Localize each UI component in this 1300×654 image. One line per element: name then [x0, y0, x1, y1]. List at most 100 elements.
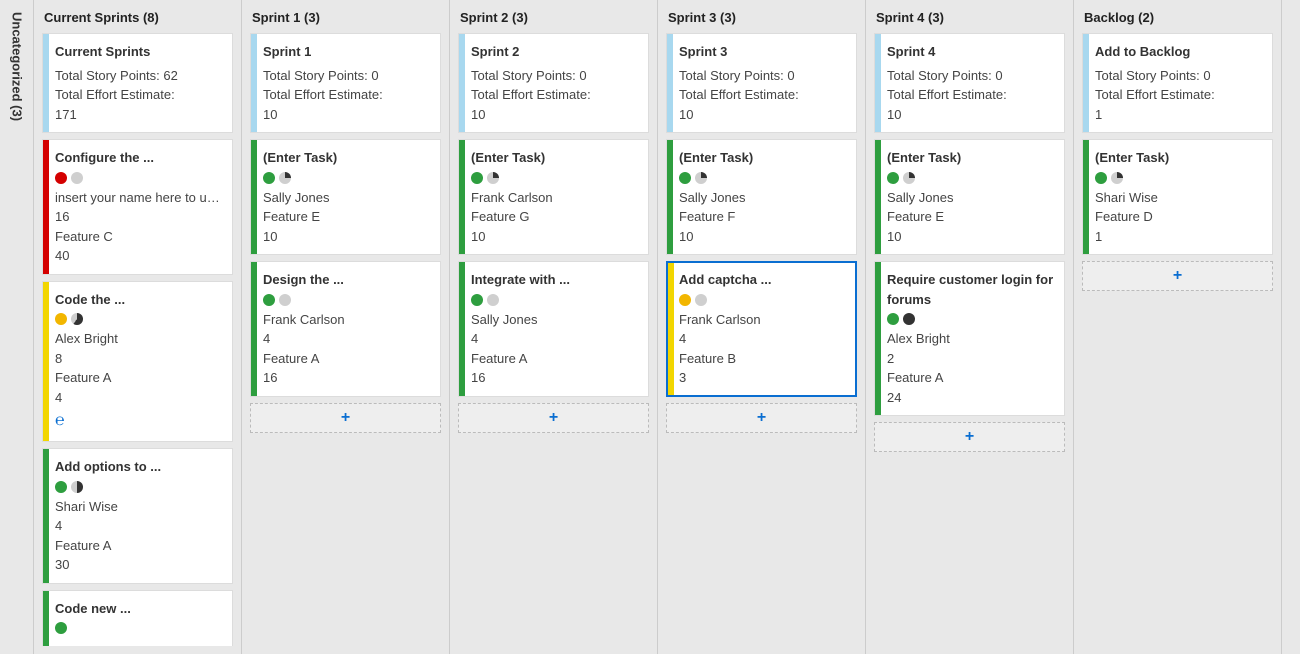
progress-pie-icon	[71, 172, 83, 184]
progress-pie-icon	[903, 172, 915, 184]
status-dot-icon	[1095, 172, 1107, 184]
task-title: Integrate with ...	[471, 270, 640, 290]
summary-line: Total Story Points: 0	[1095, 66, 1264, 86]
task-feature: Feature B	[679, 349, 848, 369]
task-card[interactable]: (Enter Task) Sally JonesFeature E10	[874, 139, 1065, 255]
task-card[interactable]: (Enter Task)Frank CarlsonFeature G10	[458, 139, 649, 255]
task-assignee: Frank Carlson	[471, 188, 640, 208]
column-backlog: Backlog (2)Add to BacklogTotal Story Poi…	[1074, 0, 1282, 654]
task-title: (Enter Task)	[679, 148, 848, 168]
summary-line: Total Story Points: 62	[55, 66, 224, 86]
summary-card[interactable]: Sprint 2Total Story Points: 0Total Effor…	[458, 33, 649, 133]
column-body: Sprint 1Total Story Points: 0Total Effor…	[242, 33, 449, 646]
task-title: Add captcha ...	[679, 270, 848, 290]
progress-pie-icon	[279, 294, 291, 306]
column-header[interactable]: Current Sprints (8)	[34, 0, 241, 33]
task-feature: Feature C	[55, 227, 224, 247]
status-dots	[263, 294, 432, 306]
column-header[interactable]: Sprint 1 (3)	[242, 0, 449, 33]
summary-line: Total Effort Estimate:	[1095, 85, 1264, 105]
task-assignee: Shari Wise	[1095, 188, 1264, 208]
task-points: Feature E	[263, 207, 432, 227]
summary-line: Total Effort Estimate:	[55, 85, 224, 105]
column-body: Add to BacklogTotal Story Points: 0Total…	[1074, 33, 1281, 646]
column-header[interactable]: Sprint 3 (3)	[658, 0, 865, 33]
kanban-board: Uncategorized (3) Current Sprints (8)Cur…	[0, 0, 1300, 654]
status-dot-icon	[55, 172, 67, 184]
task-title: Configure the ...	[55, 148, 224, 168]
task-effort: 16	[471, 368, 640, 388]
column-sprint3: Sprint 3 (3) Sprint 3 Total Story Points: …	[658, 0, 866, 654]
summary-line: 10	[471, 105, 640, 125]
task-feature: Feature A	[887, 368, 1056, 388]
task-assignee: Alex Bright	[887, 329, 1056, 349]
column-header[interactable]: Backlog (2)	[1074, 0, 1281, 33]
task-card[interactable]: (Enter Task) Shari WiseFeature D1	[1082, 139, 1273, 255]
status-dots	[679, 294, 848, 306]
task-card[interactable]: Design the ...Frank Carlson4Feature A16	[250, 261, 441, 397]
summary-card[interactable]: Current SprintsTotal Story Points: 62Tot…	[42, 33, 233, 133]
task-card[interactable]: Code new ...	[42, 590, 233, 647]
task-title: (Enter Task)	[887, 148, 1056, 168]
status-dots	[55, 313, 224, 325]
task-assignee: Sally Jones	[263, 188, 432, 208]
status-dot-icon	[263, 294, 275, 306]
add-card-button[interactable]: +	[1082, 261, 1273, 291]
task-effort: 4	[55, 388, 224, 408]
task-points: 4	[55, 516, 224, 536]
task-feature: Feature A	[263, 349, 432, 369]
task-title: Code new ...	[55, 599, 224, 619]
column-current: Current Sprints (8)Current SprintsTotal …	[34, 0, 242, 654]
task-feature: 10	[679, 227, 848, 247]
task-card[interactable]: Require customer login for forumsAlex Br…	[874, 261, 1065, 416]
task-points: 4	[471, 329, 640, 349]
status-dots	[471, 172, 640, 184]
column-sprint1: Sprint 1 (3)Sprint 1Total Story Points: …	[242, 0, 450, 654]
task-effort: 40	[55, 246, 224, 266]
summary-line: Total Effort Estimate:	[471, 85, 640, 105]
summary-title: Sprint 3	[679, 42, 848, 62]
summary-line: Total Effort Estimate:	[679, 85, 848, 105]
summary-card[interactable]: Sprint 3 Total Story Points: 0Total Effor…	[666, 33, 857, 133]
status-dots	[887, 172, 1056, 184]
summary-line: Total Effort Estimate:	[263, 85, 432, 105]
task-card[interactable]: Add captcha ...Frank Carlson4Feature B3	[666, 261, 857, 397]
column-header[interactable]: Sprint 2 (3)	[450, 0, 657, 33]
task-feature: 10	[471, 227, 640, 247]
task-feature: 1	[1095, 227, 1264, 247]
attachment-icon: ℮	[55, 409, 224, 433]
task-assignee: Sally Jones	[887, 188, 1056, 208]
task-card[interactable]: Integrate with ...Sally Jones4Feature A1…	[458, 261, 649, 397]
progress-pie-icon	[487, 294, 499, 306]
task-card[interactable]: (Enter Task)Sally JonesFeature F10	[666, 139, 857, 255]
collapsed-column-uncategorized[interactable]: Uncategorized (3)	[0, 0, 34, 654]
column-body: Sprint 2Total Story Points: 0Total Effor…	[450, 33, 657, 646]
summary-card[interactable]: Add to BacklogTotal Story Points: 0Total…	[1082, 33, 1273, 133]
status-dot-icon	[55, 481, 67, 493]
progress-pie-icon	[903, 313, 915, 325]
summary-card[interactable]: Sprint 4Total Story Points: 0Total Effor…	[874, 33, 1065, 133]
add-card-button[interactable]: +	[666, 403, 857, 433]
task-title: (Enter Task)	[1095, 148, 1264, 168]
summary-line: Total Story Points: 0	[679, 66, 848, 86]
task-feature: Feature A	[55, 368, 224, 388]
status-dot-icon	[887, 313, 899, 325]
task-feature: 10	[263, 227, 432, 247]
task-card[interactable]: Add options to ...Shari Wise4Feature A30	[42, 448, 233, 584]
progress-pie-icon	[279, 172, 291, 184]
add-card-button[interactable]: +	[458, 403, 649, 433]
add-card-button[interactable]: +	[874, 422, 1065, 452]
task-points: Feature E	[887, 207, 1056, 227]
summary-line: 10	[263, 105, 432, 125]
summary-card[interactable]: Sprint 1Total Story Points: 0Total Effor…	[250, 33, 441, 133]
task-card[interactable]: (Enter Task)Sally JonesFeature E10	[250, 139, 441, 255]
column-header[interactable]: Sprint 4 (3)	[866, 0, 1073, 33]
task-card[interactable]: Code the ...Alex Bright8Feature A4℮	[42, 281, 233, 443]
task-points: 4	[263, 329, 432, 349]
task-feature: 10	[887, 227, 1056, 247]
summary-line: 171	[55, 105, 224, 125]
add-card-button[interactable]: +	[250, 403, 441, 433]
task-card[interactable]: Configure the ...insert your name here t…	[42, 139, 233, 275]
task-points: Feature D	[1095, 207, 1264, 227]
task-assignee: Alex Bright	[55, 329, 224, 349]
